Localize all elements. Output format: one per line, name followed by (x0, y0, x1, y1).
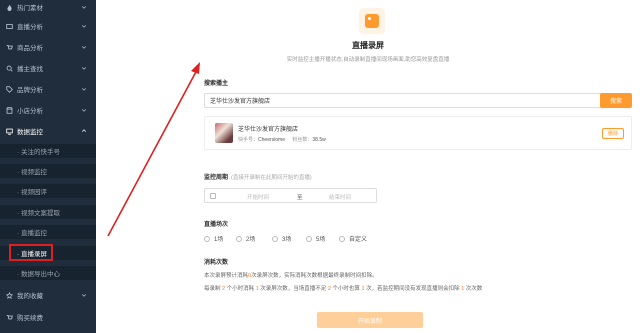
annotation-arrow (107, 62, 200, 237)
